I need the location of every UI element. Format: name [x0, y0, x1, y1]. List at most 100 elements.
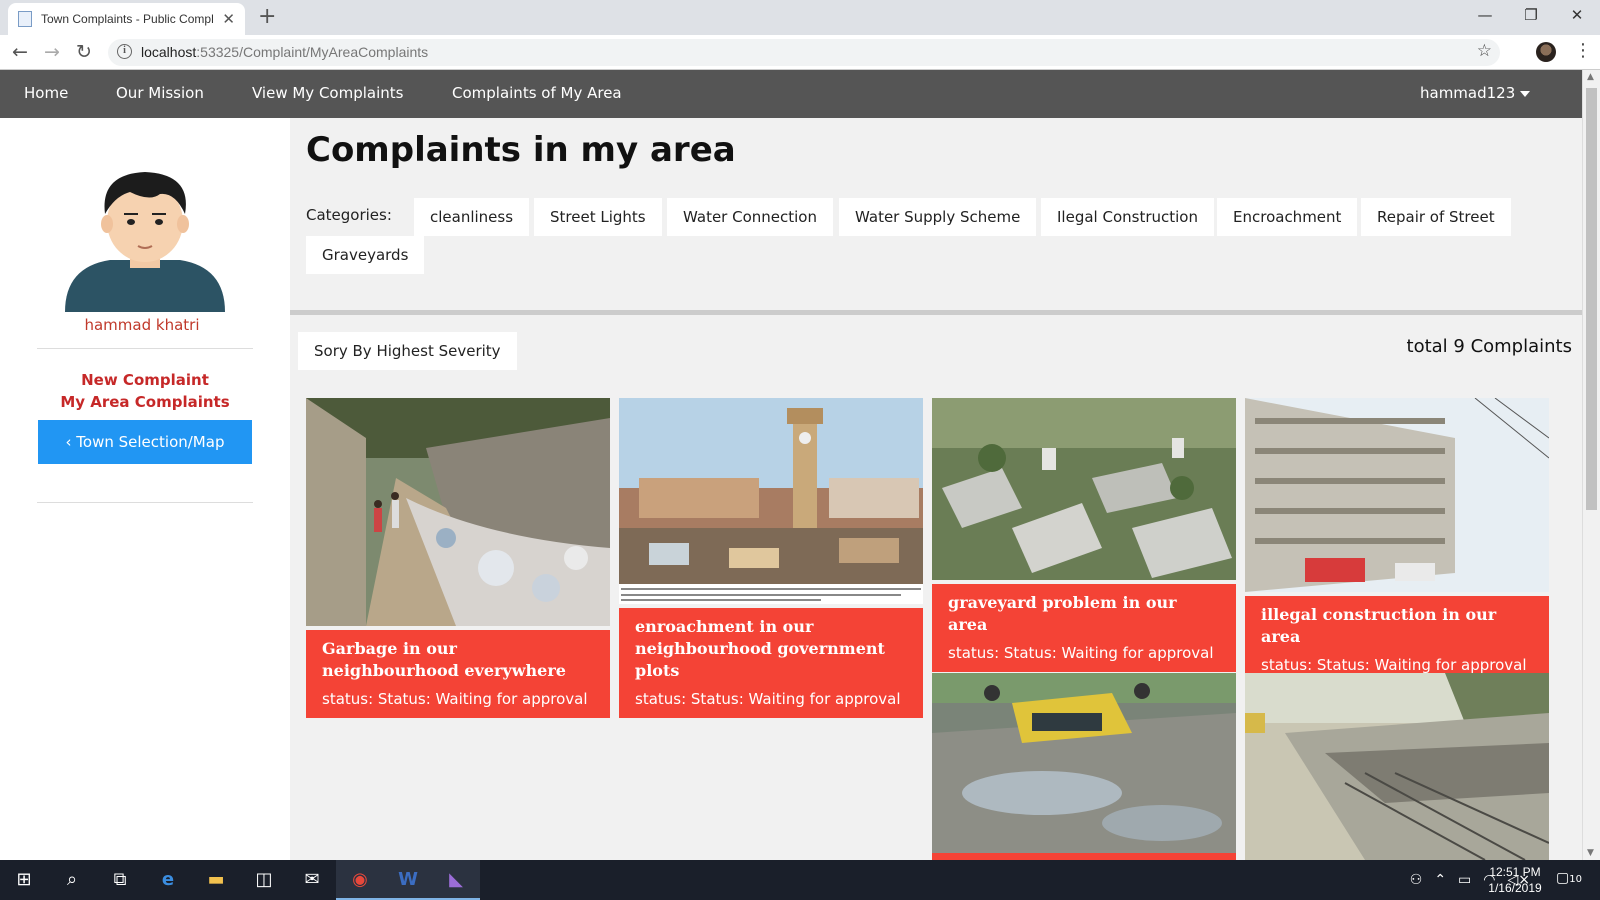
- total-complaints-count: total 9 Complaints: [1406, 336, 1572, 357]
- card-body: illegal construction in our area status:…: [1245, 596, 1549, 684]
- divider: [37, 502, 253, 503]
- complaint-photo: [306, 398, 610, 626]
- category-chip[interactable]: Street Lights: [534, 198, 662, 236]
- category-chip[interactable]: cleanliness: [414, 198, 530, 236]
- sidebar-user-name: hammad khatri: [84, 316, 200, 334]
- word-icon[interactable]: W: [384, 860, 432, 900]
- page-title: Complaints in my area: [306, 130, 736, 170]
- clock-time: 12:51 PM: [1489, 865, 1541, 879]
- back-arrow-icon[interactable]: ←: [12, 41, 28, 63]
- tab-title: Town Complaints - Public Compl: [41, 12, 214, 26]
- close-window-button[interactable]: ✕: [1554, 0, 1600, 30]
- scrollbar-thumb[interactable]: [1586, 88, 1597, 510]
- new-complaint-link[interactable]: New Complaint: [0, 371, 290, 389]
- mail-icon[interactable]: ✉: [288, 860, 336, 900]
- site-navbar: Home Our Mission View My Complaints Comp…: [0, 70, 1582, 118]
- clock-date: 1/16/2019: [1488, 881, 1542, 895]
- tab-close-icon[interactable]: ✕: [222, 10, 235, 28]
- minimize-button[interactable]: —: [1462, 0, 1508, 30]
- url-host: localhost: [141, 44, 197, 60]
- site-info-icon[interactable]: i: [117, 44, 132, 59]
- category-chip[interactable]: Repair of Street: [1361, 198, 1511, 236]
- complaint-photo: [932, 673, 1236, 860]
- browser-tab[interactable]: Town Complaints - Public Compl ✕: [8, 3, 245, 35]
- chrome-icon[interactable]: ◉: [336, 860, 384, 900]
- url-text[interactable]: localhost:53325/Complaint/MyAreaComplain…: [141, 44, 428, 60]
- scroll-down-icon[interactable]: ▼: [1587, 848, 1594, 858]
- chevron-left-icon: ‹: [65, 433, 72, 451]
- search-icon[interactable]: ⌕: [48, 860, 96, 900]
- scroll-up-icon[interactable]: ▲: [1587, 72, 1594, 82]
- complaint-photo: [932, 398, 1236, 580]
- window-controls: — ❐ ✕: [1462, 0, 1600, 30]
- windows-start-icon[interactable]: ⊞: [0, 860, 48, 900]
- complaint-status: status: Status: Waiting for approval: [635, 690, 901, 708]
- complaint-photo: [1245, 397, 1550, 592]
- complaint-photo: [619, 398, 923, 604]
- url-path: :53325/Complaint/MyAreaComplaints: [196, 44, 429, 60]
- sidebar: hammad khatri New Complaint My Area Comp…: [0, 118, 290, 860]
- chevron-up-icon[interactable]: ⌃: [1434, 872, 1446, 888]
- complaint-card[interactable]: [1245, 673, 1550, 864]
- complaint-card[interactable]: illegal construction in our area status:…: [1245, 397, 1550, 684]
- notifications-icon[interactable]: ▢10: [1556, 870, 1582, 886]
- complaint-card[interactable]: enroachment in our neighbourhood governm…: [619, 398, 923, 718]
- complaint-title[interactable]: Garbage in our neighbourhood everywhere: [322, 638, 594, 682]
- browser-menu-icon[interactable]: ⋮: [1574, 40, 1592, 61]
- page-scrollbar[interactable]: ▲ ▼: [1582, 70, 1600, 860]
- restore-button[interactable]: ❐: [1508, 0, 1554, 30]
- complaint-photo: [1245, 673, 1550, 861]
- visual-studio-icon[interactable]: ◣: [432, 860, 480, 900]
- caret-down-icon: [1520, 90, 1531, 97]
- nav-home[interactable]: Home: [24, 84, 68, 102]
- my-area-complaints-link[interactable]: My Area Complaints: [0, 393, 290, 411]
- people-icon[interactable]: ⚇: [1410, 872, 1423, 888]
- notification-count: 10: [1569, 874, 1582, 885]
- divider: [37, 348, 253, 349]
- map-button-label: Town Selection/Map: [76, 433, 225, 451]
- category-chip[interactable]: Encroachment: [1217, 198, 1358, 236]
- store-icon[interactable]: ◫: [240, 860, 288, 900]
- address-bar[interactable]: i localhost:53325/Complaint/MyAreaCompla…: [108, 39, 1500, 66]
- card-body: enroachment in our neighbourhood governm…: [619, 608, 923, 718]
- user-name: hammad123: [1420, 84, 1516, 102]
- category-chip[interactable]: Water Connection: [667, 198, 833, 236]
- user-avatar-icon: [65, 172, 225, 312]
- category-chip[interactable]: Ilegal Construction: [1041, 198, 1214, 236]
- section-divider: [290, 310, 1582, 315]
- categories-label: Categories:: [306, 206, 392, 224]
- complaint-title[interactable]: enroachment in our neighbourhood governm…: [635, 616, 907, 682]
- nav-our-mission[interactable]: Our Mission: [116, 84, 204, 102]
- bookmark-star-icon[interactable]: ☆: [1477, 41, 1492, 61]
- profile-avatar-icon[interactable]: [1536, 42, 1556, 62]
- nav-complaints-of-my-area[interactable]: Complaints of My Area: [452, 84, 622, 102]
- complaint-title[interactable]: graveyard problem in our area: [948, 592, 1220, 636]
- category-chip[interactable]: Graveyards: [306, 236, 425, 274]
- edge-browser-icon[interactable]: e: [144, 860, 192, 900]
- category-chip[interactable]: Water Supply Scheme: [839, 198, 1037, 236]
- card-body: Garbage in our neighbourhood everywhere …: [306, 630, 610, 718]
- complaint-title[interactable]: illegal construction in our area: [1261, 604, 1533, 648]
- browser-tab-strip: Town Complaints - Public Compl ✕ + — ❐ ✕: [0, 0, 1600, 35]
- file-explorer-icon[interactable]: ▬: [192, 860, 240, 900]
- user-dropdown[interactable]: hammad123: [1420, 84, 1531, 102]
- reload-icon[interactable]: ↻: [76, 41, 92, 63]
- complaint-card[interactable]: graveyard problem in our area status: St…: [932, 398, 1236, 672]
- town-selection-map-button[interactable]: ‹ Town Selection/Map: [38, 420, 252, 464]
- main-content: Complaints in my area Categories: cleanl…: [290, 118, 1582, 861]
- complaint-status: status: Status: Waiting for approval: [322, 690, 588, 708]
- complaint-status: status: Status: Waiting for approval: [1261, 656, 1527, 674]
- battery-icon[interactable]: ▭: [1458, 872, 1471, 888]
- clock[interactable]: 12:51 PM 1/16/2019: [1480, 864, 1550, 896]
- nav-view-my-complaints[interactable]: View My Complaints: [252, 84, 403, 102]
- browser-toolbar: ← → ↻ i localhost:53325/Complaint/MyArea…: [0, 35, 1600, 70]
- complaint-status: status: Status: Waiting for approval: [948, 644, 1214, 662]
- new-tab-button[interactable]: +: [258, 4, 276, 29]
- forward-arrow-icon[interactable]: →: [44, 41, 60, 63]
- card-body: graveyard problem in our area status: St…: [932, 584, 1236, 672]
- task-view-icon[interactable]: ⧉: [96, 860, 144, 900]
- sort-severity-button[interactable]: Sory By Highest Severity: [298, 332, 517, 370]
- complaint-card[interactable]: [932, 673, 1236, 864]
- complaint-card[interactable]: Garbage in our neighbourhood everywhere …: [306, 398, 610, 718]
- os-taskbar: ⊞ ⌕ ⧉ e ▬ ◫ ✉ ◉ W ◣ ⚇ ⌃ ▭ ◠ ◁× 12:51 PM …: [0, 860, 1600, 900]
